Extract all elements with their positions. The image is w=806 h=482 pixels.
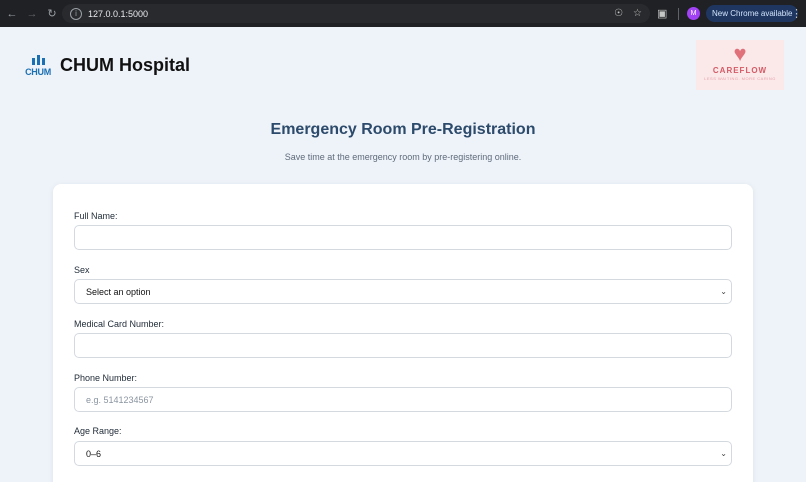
address-url: 127.0.0.1:5000 bbox=[88, 8, 149, 19]
extensions-icon[interactable]: ▣ bbox=[657, 7, 667, 20]
chrome-update-button[interactable]: New Chrome available bbox=[706, 5, 799, 22]
medical-card-label: Medical Card Number: bbox=[74, 319, 165, 329]
hospital-title: CHUM Hospital bbox=[60, 55, 190, 75]
back-icon[interactable]: ← bbox=[2, 0, 22, 27]
age-range-label: Age Range: bbox=[74, 426, 122, 436]
menu-kebab-icon[interactable]: ⋮ bbox=[791, 7, 802, 20]
reload-icon[interactable]: ↻ bbox=[42, 0, 62, 27]
phone-label: Phone Number: bbox=[74, 373, 138, 383]
age-range-select[interactable]: 0–6 ⌄ bbox=[74, 441, 732, 466]
full-name-input[interactable] bbox=[74, 225, 732, 250]
age-range-select-value: 0–6 bbox=[86, 448, 102, 459]
profile-avatar[interactable]: M bbox=[687, 7, 700, 20]
sex-select[interactable]: Select an option ⌄ bbox=[74, 279, 732, 304]
phone-placeholder: e.g. 5141234567 bbox=[86, 394, 154, 405]
medical-card-input[interactable] bbox=[74, 333, 732, 358]
sex-select-value: Select an option bbox=[86, 286, 151, 297]
toolbar-divider bbox=[678, 8, 679, 20]
careflow-logo: ♥ CAREFLOW LESS WAITING. MORE CARING bbox=[696, 40, 784, 90]
chevron-down-icon: ⌄ bbox=[720, 449, 727, 458]
page-subtitle: Save time at the emergency room by pre-r… bbox=[284, 152, 522, 162]
forward-icon[interactable]: → bbox=[22, 0, 42, 27]
logo-bars-icon bbox=[31, 55, 45, 65]
sex-label: Sex bbox=[74, 265, 90, 275]
bookmark-star-icon[interactable]: ☆ bbox=[633, 8, 642, 19]
address-bar[interactable]: i 127.0.0.1:5000 ☉ ☆ bbox=[62, 4, 650, 23]
careflow-logo-tagline: LESS WAITING. MORE CARING bbox=[704, 76, 776, 81]
careflow-logo-name: CAREFLOW bbox=[712, 66, 768, 75]
page-title: Emergency Room Pre-Registration bbox=[270, 121, 536, 138]
logo-text: CHUM bbox=[25, 67, 51, 77]
site-info-icon[interactable]: i bbox=[70, 7, 82, 20]
chum-logo: CHUM bbox=[24, 55, 52, 79]
heart-stethoscope-icon: ♥ bbox=[733, 41, 747, 66]
full-name-label: Full Name: bbox=[74, 211, 118, 221]
phone-input[interactable]: e.g. 5141234567 bbox=[74, 387, 732, 412]
location-pin-icon[interactable]: ☉ bbox=[614, 8, 623, 19]
chevron-down-icon: ⌄ bbox=[720, 287, 727, 296]
browser-toolbar: ← → ↻ i 127.0.0.1:5000 ☉ ☆ ▣ M New Chrom… bbox=[0, 0, 806, 27]
